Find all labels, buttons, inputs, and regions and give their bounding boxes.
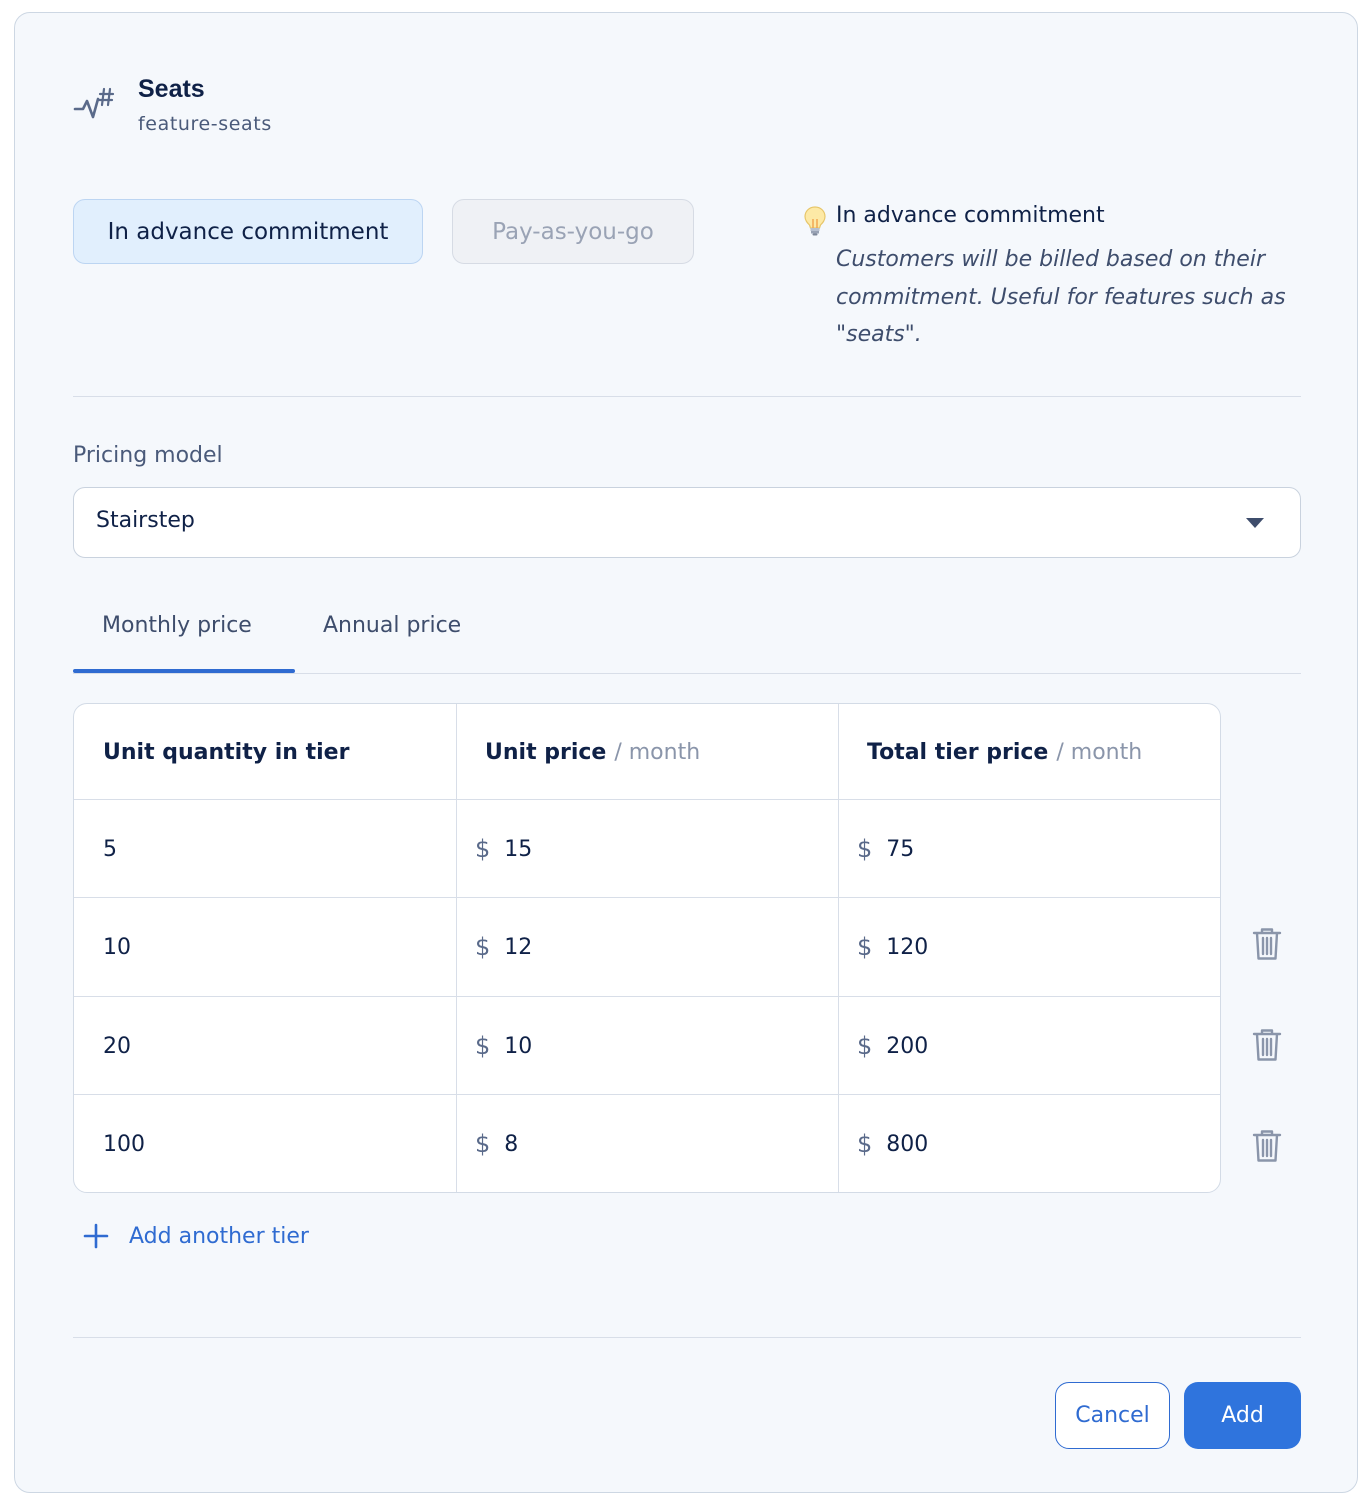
tab-annual-price[interactable]: Annual price xyxy=(323,613,461,638)
trash-icon[interactable] xyxy=(1252,1028,1282,1062)
cancel-button[interactable]: Cancel xyxy=(1055,1382,1170,1449)
tier-total-price-input[interactable]: $75 xyxy=(838,800,1220,898)
tier-quantity-input[interactable]: 20 xyxy=(74,997,456,1095)
column-header-total-price: Total tier price / month xyxy=(867,739,1143,765)
tier-total-price-input[interactable]: $800 xyxy=(838,1095,1220,1192)
lightbulb-icon xyxy=(804,206,826,236)
tier-quantity-input[interactable]: 100 xyxy=(74,1095,456,1192)
add-another-tier-button[interactable]: Add another tier xyxy=(83,1223,309,1249)
footer-divider xyxy=(73,1337,1301,1338)
chevron-down-icon xyxy=(1246,518,1264,528)
trash-icon[interactable] xyxy=(1252,1129,1282,1163)
tier-unit-price-input[interactable]: $12 xyxy=(456,898,838,996)
tier-quantity-input[interactable]: 5 xyxy=(74,800,456,898)
tier-total-price-input[interactable]: $120 xyxy=(838,898,1220,996)
add-another-tier-label: Add another tier xyxy=(129,1223,309,1249)
hint-title: In advance commitment xyxy=(836,203,1105,228)
tier-table: Unit quantity in tier Unit price / month … xyxy=(73,703,1221,1193)
feature-title: Seats xyxy=(138,75,205,103)
trash-icon[interactable] xyxy=(1252,927,1282,961)
add-button[interactable]: Add xyxy=(1184,1382,1301,1449)
section-divider xyxy=(73,396,1301,397)
tier-unit-price-input[interactable]: $8 xyxy=(456,1095,838,1192)
tier-unit-price-input[interactable]: $15 xyxy=(456,800,838,898)
mode-in-advance-button[interactable]: In advance commitment xyxy=(73,199,423,264)
pricing-model-label: Pricing model xyxy=(73,443,223,468)
column-header-quantity: Unit quantity in tier xyxy=(103,739,350,765)
plus-icon xyxy=(83,1223,109,1249)
pricing-model-select[interactable]: Stairstep xyxy=(73,487,1301,558)
tier-quantity-input[interactable]: 10 xyxy=(74,898,456,996)
add-feature-dialog: Seats feature-seats In advance commitmen… xyxy=(14,12,1358,1493)
tabs-divider xyxy=(73,673,1301,674)
tier-unit-price-input[interactable]: $10 xyxy=(456,997,838,1095)
column-header-unit-price: Unit price / month xyxy=(485,739,701,765)
pricing-model-value: Stairstep xyxy=(96,508,195,533)
feature-key: feature-seats xyxy=(138,113,272,135)
mode-pay-as-you-go-button[interactable]: Pay-as-you-go xyxy=(452,199,694,264)
hint-body: Customers will be billed based on their … xyxy=(836,247,1286,347)
tab-monthly-price[interactable]: Monthly price xyxy=(102,613,252,638)
activity-hash-icon xyxy=(73,87,115,119)
tier-total-price-input[interactable]: $200 xyxy=(838,997,1220,1095)
